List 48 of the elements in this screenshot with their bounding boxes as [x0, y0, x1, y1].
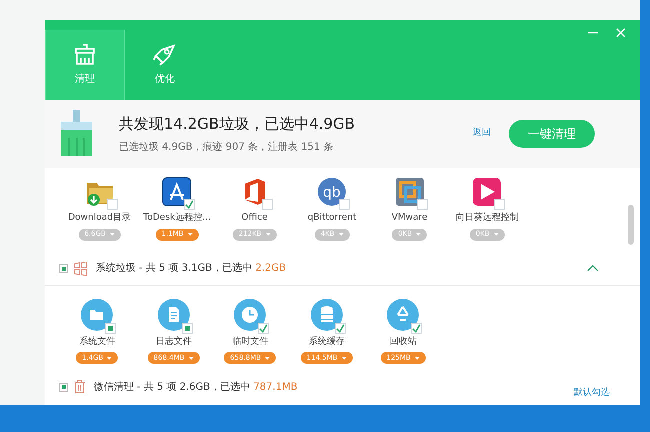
close-icon[interactable] — [616, 28, 626, 38]
one-click-clean-button[interactable]: 一键清理 — [509, 120, 595, 148]
tab[interactable]: 清理 — [45, 30, 125, 100]
item-name: Download目录 — [68, 212, 132, 225]
folder-icon — [81, 298, 114, 330]
caret-icon — [494, 233, 499, 236]
tab[interactable]: 优化 — [125, 30, 205, 100]
app-icon — [472, 177, 502, 207]
caret-icon — [266, 233, 271, 236]
item-name: 系统文件 — [79, 336, 116, 348]
caret-icon — [414, 356, 420, 360]
app-icon: qb — [317, 177, 348, 207]
default-select-link[interactable]: 默认勾选 — [574, 386, 610, 400]
item-name: ToDesk远程控... — [144, 212, 211, 225]
summary-title: 共发现14.2GB垃圾，已选中4.9GB — [119, 114, 356, 136]
db-icon — [310, 298, 343, 330]
item-name: Office — [242, 212, 268, 225]
caret-icon — [107, 356, 112, 360]
caret-icon — [265, 356, 270, 360]
checkbox[interactable] — [59, 264, 68, 273]
rocket-icon — [153, 44, 177, 66]
item-name: 系统缓存 — [308, 336, 345, 348]
clock-icon — [234, 298, 266, 330]
windows-icon — [74, 262, 88, 276]
scrollbar-thumb[interactable] — [628, 205, 634, 245]
checkbox[interactable] — [59, 382, 68, 392]
item-name: 日志文件 — [156, 336, 192, 348]
item-name: 回收站 — [390, 336, 417, 348]
caret-icon — [338, 233, 344, 236]
caret-icon — [188, 356, 194, 360]
item-name: 临时文件 — [232, 336, 268, 348]
broom-icon — [73, 44, 97, 66]
doc-icon — [158, 298, 190, 330]
section-title: 系统垃圾 - 共 5 项 3.1GB，已选中 2.2GB — [96, 262, 286, 276]
caret-icon — [110, 233, 115, 236]
caret-icon — [188, 233, 193, 236]
caret-icon — [416, 233, 422, 236]
item-name: qBittorrent — [308, 212, 357, 225]
collapse-icon[interactable] — [586, 264, 600, 274]
trash-icon — [74, 380, 86, 394]
app-icon — [394, 177, 425, 207]
back-link[interactable]: 返回 — [473, 127, 491, 141]
caret-icon — [342, 356, 347, 360]
item-name: VMware — [392, 212, 428, 225]
item-name: 向日葵远程控制 — [456, 212, 519, 225]
app-icon — [162, 177, 192, 207]
summary-detail: 已选垃圾 4.9GB，痕迹 907 条，注册表 151 条 — [119, 140, 335, 155]
section-title: 微信清理 - 共 5 项 2.6GB，已选中 787.1MB — [94, 380, 298, 394]
